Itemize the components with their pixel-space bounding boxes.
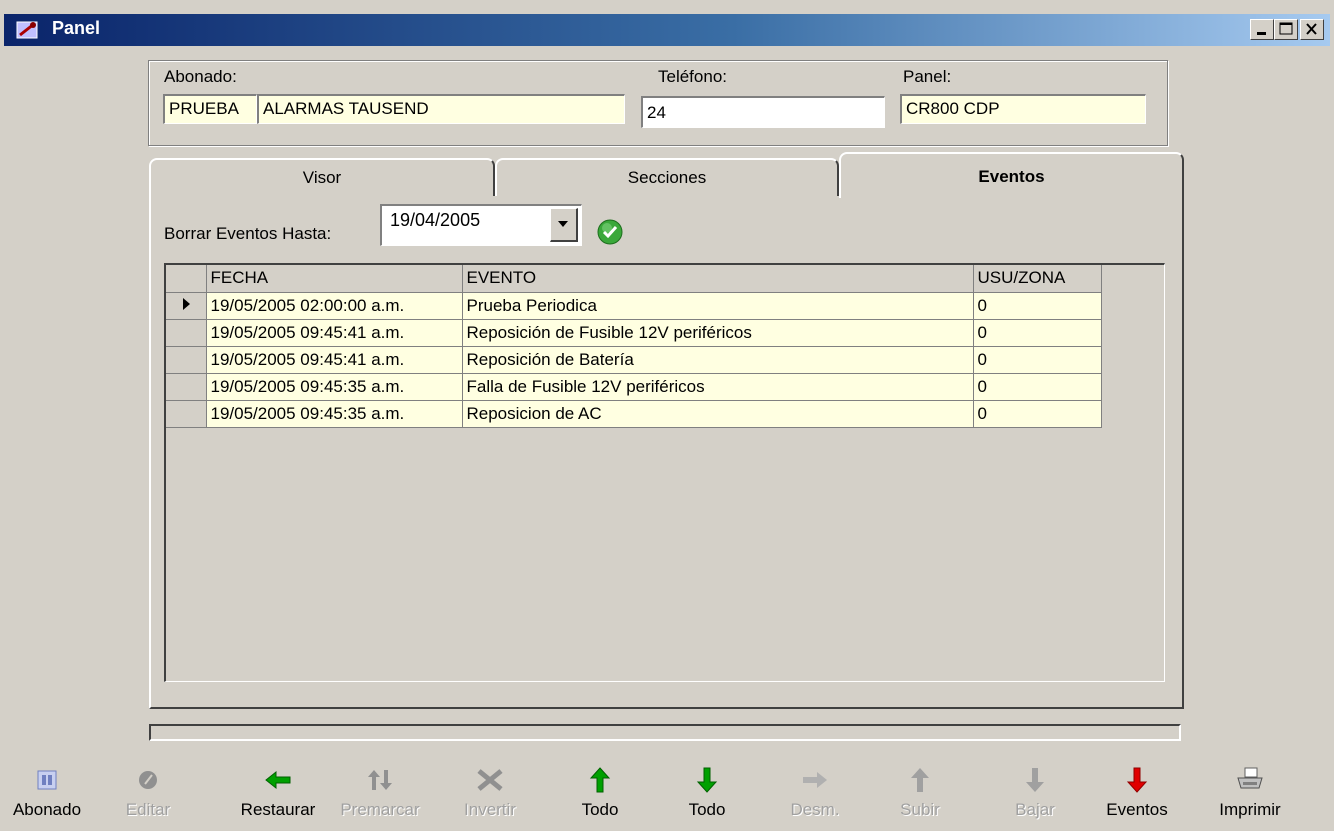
progress-bar [149,724,1181,741]
borrar-date-picker[interactable]: 19/04/2005 [380,204,582,246]
confirm-delete-button[interactable] [596,218,624,246]
cell-fecha[interactable]: 19/05/2005 09:45:35 a.m. [206,373,463,401]
abonado-button-label: Abonado [12,800,82,819]
table-row[interactable]: 19/05/2005 09:45:35 a.m. Falla de Fusibl… [166,373,1102,401]
swap-vertical-icon [368,770,392,790]
bajar-button-label: Bajar [1015,800,1055,819]
cell-fecha[interactable]: 19/05/2005 09:45:41 a.m. [206,319,463,347]
cell-evento[interactable]: Reposición de Batería [462,346,974,374]
cell-usu-zona[interactable]: 0 [973,373,1102,401]
todo-down-button-label: Todo [688,800,726,819]
todo-up-button[interactable]: Todo [565,760,635,820]
abonado-button[interactable]: Abonado [6,760,88,820]
arrow-down-red-icon [1126,767,1148,793]
bajar-button[interactable]: Bajar [1005,760,1065,820]
tab-eventos[interactable]: Eventos [839,152,1184,198]
abonado-label: Abonado: [164,67,237,86]
arrow-right-icon [803,772,827,788]
indicator-header [166,265,207,293]
table-row[interactable]: 19/05/2005 09:45:35 a.m. Reposicion de A… [166,400,1102,428]
edit-icon [139,771,157,789]
current-row-arrow-icon [182,297,190,310]
subir-button-label: Subir [900,800,940,819]
column-header-evento[interactable]: EVENTO [462,265,974,293]
abonado-name-field[interactable]: ALARMAS TAUSEND [257,94,625,124]
premarcar-button[interactable]: Premarcar [324,760,436,820]
invertir-button[interactable]: Invertir [450,760,530,820]
abonado-icon [37,770,57,790]
table-row[interactable]: 19/05/2005 09:45:41 a.m. Reposición de B… [166,346,1102,374]
cell-fecha[interactable]: 19/05/2005 09:45:35 a.m. [206,400,463,428]
table-row[interactable]: 19/05/2005 02:00:00 a.m. Prueba Periodic… [166,292,1102,320]
row-indicator [166,346,207,374]
borrar-date-value: 19/04/2005 [390,210,481,230]
editar-button[interactable]: Editar [118,760,178,820]
arrow-left-icon [265,770,291,790]
chevron-down-icon [558,221,568,227]
date-dropdown-button[interactable] [550,208,578,242]
restaurar-button-label: Restaurar [240,800,316,819]
tab-visor[interactable]: Visor [149,158,495,196]
cell-evento[interactable]: Reposicion de AC [462,400,974,428]
premarcar-button-label: Premarcar [340,800,420,819]
cell-usu-zona[interactable]: 0 [973,319,1102,347]
column-header-usu-zona[interactable]: USU/ZONA [973,265,1102,293]
invertir-button-label: Invertir [464,800,516,819]
cell-evento[interactable]: Reposición de Fusible 12V periféricos [462,319,974,347]
row-indicator [166,319,207,347]
row-indicator [166,292,207,320]
events-grid[interactable]: FECHA EVENTO USU/ZONA 19/05/2005 02:00:0… [164,263,1165,682]
header-row: FECHA EVENTO USU/ZONA [166,265,1102,293]
row-indicator [166,400,207,428]
arrow-down-gray-icon [1026,768,1044,792]
telefono-label: Teléfono: [658,67,727,86]
cell-usu-zona[interactable]: 0 [973,292,1102,320]
todo-down-button[interactable]: Todo [672,760,742,820]
panel-field[interactable]: CR800 CDP [900,94,1146,124]
cell-usu-zona[interactable]: 0 [973,346,1102,374]
eventos-button-label: Eventos [1106,800,1168,819]
imprimir-button-label: Imprimir [1219,800,1281,819]
row-indicator [166,373,207,401]
borrar-eventos-label: Borrar Eventos Hasta: [164,224,332,243]
printer-icon [1237,767,1263,789]
app-icon[interactable] [16,19,40,41]
tab-secciones[interactable]: Secciones [495,158,839,196]
cell-fecha[interactable]: 19/05/2005 09:45:41 a.m. [206,346,463,374]
arrow-up-icon [589,767,611,793]
desm-button[interactable]: Desm. [780,760,850,820]
desm-button-label: Desm. [790,800,840,819]
todo-up-button-label: Todo [581,800,619,819]
column-header-fecha[interactable]: FECHA [206,265,463,293]
cell-fecha[interactable]: 19/05/2005 02:00:00 a.m. [206,292,463,320]
window-title: Panel [52,18,101,38]
close-button[interactable] [1300,19,1324,40]
minimize-button[interactable] [1250,19,1274,40]
maximize-button[interactable] [1274,19,1298,40]
events-table: FECHA EVENTO USU/ZONA 19/05/2005 02:00:0… [166,265,1102,428]
arrow-down-icon [696,767,718,793]
imprimir-button[interactable]: Imprimir [1200,760,1300,820]
title-bar: Panel [4,14,1330,46]
eventos-button[interactable]: Eventos [1092,760,1182,820]
table-row[interactable]: 19/05/2005 09:45:41 a.m. Reposición de F… [166,319,1102,347]
panel-label: Panel: [903,67,952,86]
invert-icon [477,769,503,791]
subir-button[interactable]: Subir [890,760,950,820]
abonado-code-field[interactable]: PRUEBA [163,94,257,124]
check-circle-icon [597,219,623,245]
cell-evento[interactable]: Falla de Fusible 12V periféricos [462,373,974,401]
telefono-field[interactable]: 24 [641,96,885,128]
cell-usu-zona[interactable]: 0 [973,400,1102,428]
cell-evento[interactable]: Prueba Periodica [462,292,974,320]
editar-button-label: Editar [125,800,171,819]
restaurar-button[interactable]: Restaurar [228,760,328,820]
arrow-up-gray-icon [911,768,929,792]
